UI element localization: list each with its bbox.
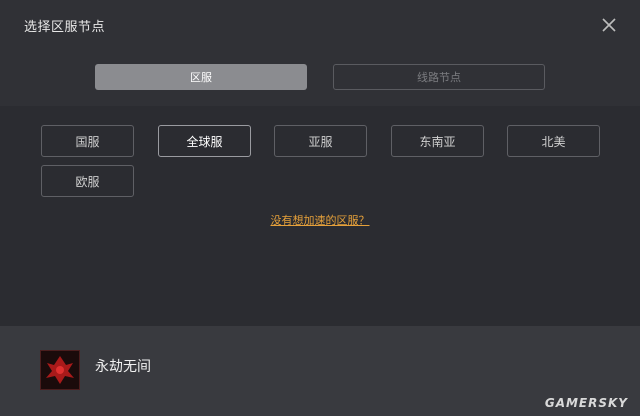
tab-region[interactable]: 区服 <box>95 64 307 90</box>
window-title: 选择区服节点 <box>24 20 106 35</box>
region-button-na[interactable]: 北美 <box>507 125 600 157</box>
title-bar: 选择区服节点 <box>0 0 640 50</box>
watermark-text: GAMERSKY <box>544 396 628 410</box>
game-logo-icon <box>40 350 80 390</box>
region-button-eu[interactable]: 欧服 <box>41 165 134 197</box>
region-button-sea[interactable]: 东南亚 <box>391 125 484 157</box>
region-button-cn[interactable]: 国服 <box>41 125 134 157</box>
close-button[interactable] <box>596 12 622 38</box>
tab-line-node[interactable]: 线路节点 <box>333 64 545 90</box>
region-button-asia[interactable]: 亚服 <box>274 125 367 157</box>
missing-region-link[interactable]: 没有想加速的区服？ <box>0 212 640 228</box>
game-footer: 永劫无间 GAMERSKY <box>0 326 640 416</box>
game-name: 永劫无间 <box>95 359 151 375</box>
region-button-global[interactable]: 全球服 <box>158 125 251 157</box>
tab-bar: 区服 线路节点 <box>0 50 640 106</box>
close-icon <box>602 18 616 32</box>
region-list: 国服 全球服 亚服 东南亚 北美 欧服 没有想加速的区服？ <box>0 106 640 326</box>
